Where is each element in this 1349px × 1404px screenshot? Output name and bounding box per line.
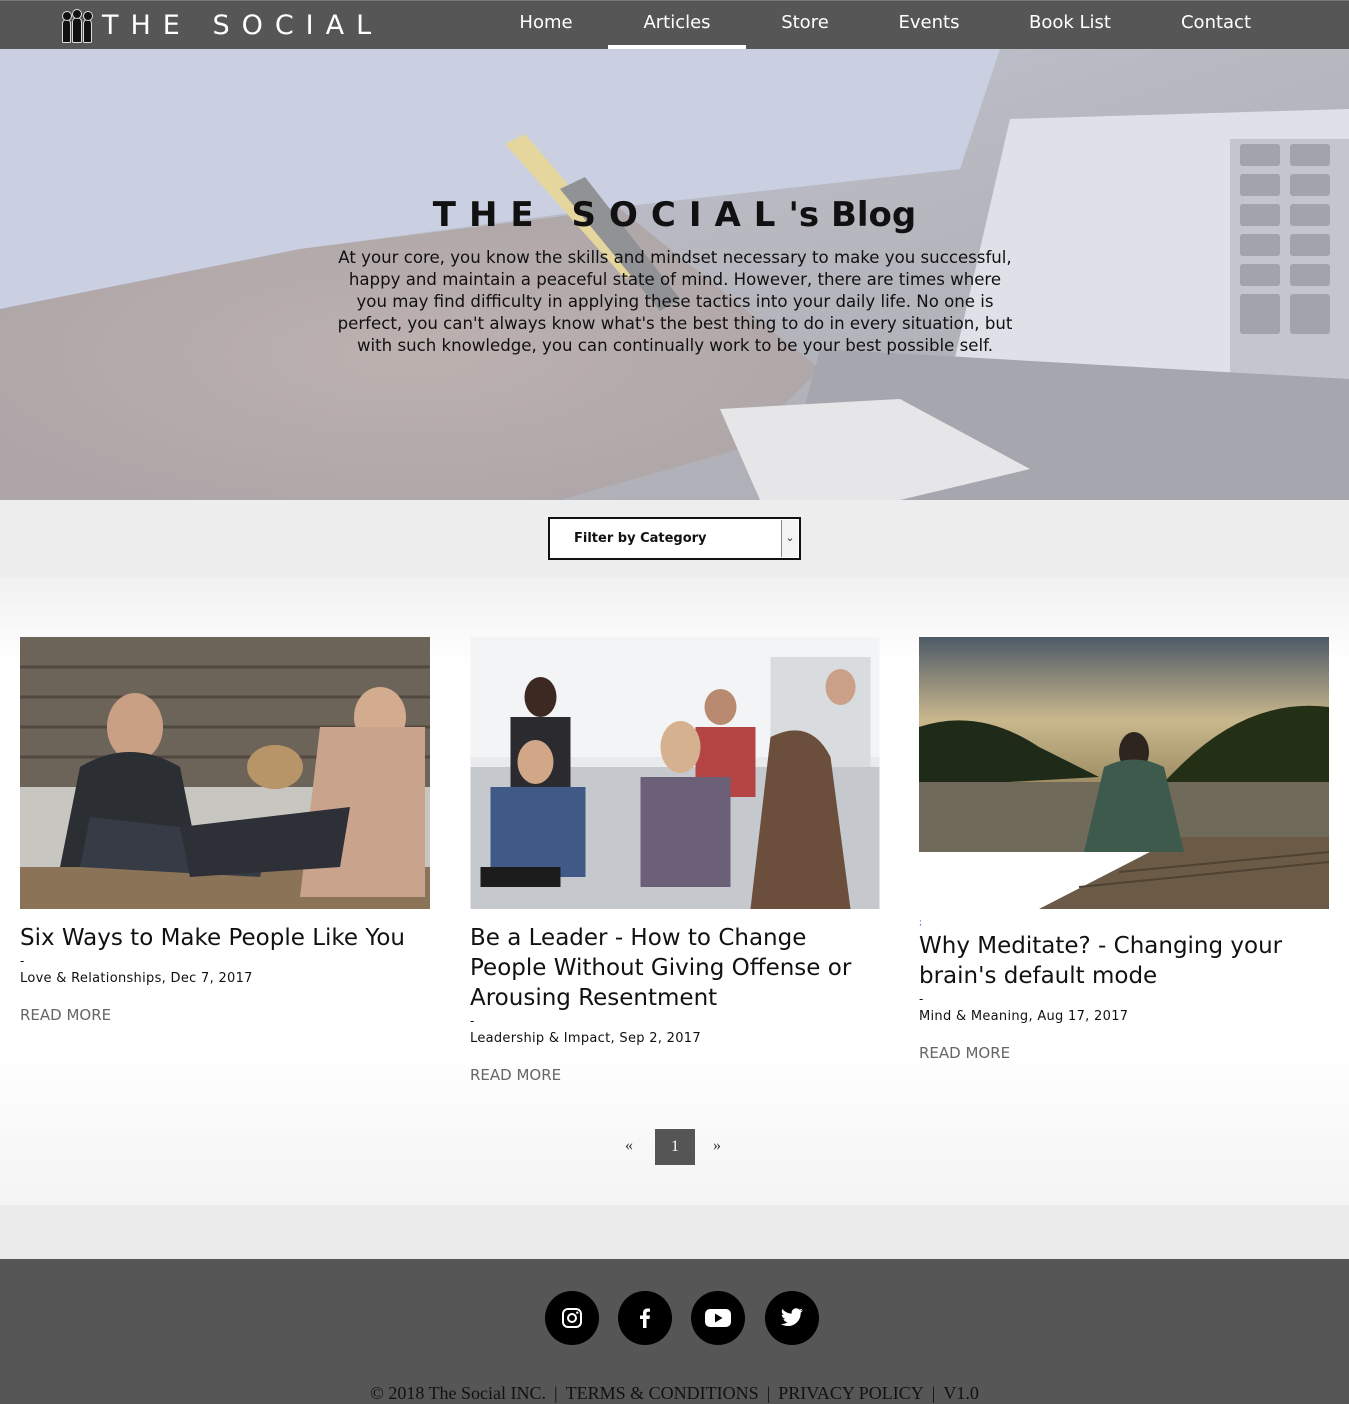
footer-separator: | — [553, 1383, 558, 1403]
terms-link[interactable]: TERMS & CONDITIONS — [566, 1383, 759, 1403]
hero-banner: THE SOCIAL's Blog At your core, you know… — [0, 49, 1349, 500]
post-title[interactable]: Why Meditate? - Changing your brain's de… — [919, 931, 1329, 991]
youtube-icon[interactable] — [691, 1291, 745, 1345]
post-dash: - — [20, 954, 25, 968]
post-category[interactable]: Leadership & Impact — [470, 1031, 611, 1046]
post-date: Dec 7, 2017 — [170, 971, 253, 986]
filter-bar: Filter by Category ⌄ — [0, 500, 1349, 577]
nav-articles[interactable]: Articles — [608, 1, 746, 49]
post-category[interactable]: Mind & Meaning — [919, 1009, 1028, 1024]
post-date: Sep 2, 2017 — [619, 1031, 701, 1046]
hero-description: At your core, you know the skills and mi… — [337, 248, 1013, 355]
post-image[interactable] — [470, 637, 880, 909]
post-card: ; Why Meditate? - Changing your brain's … — [919, 637, 1329, 1062]
category-filter-label: Filter by Category — [574, 531, 707, 546]
posts-section: Six Ways to Make People Like You - Love … — [0, 577, 1349, 1205]
footer-separator: | — [931, 1383, 936, 1403]
main-menu: Home Articles Store Events Book List Con… — [0, 1, 1349, 49]
pagination-prev[interactable]: « — [625, 1137, 633, 1155]
version-label: V1.0 — [943, 1383, 979, 1403]
post-category[interactable]: Love & Relationships — [20, 971, 162, 986]
post-marker: ; — [919, 918, 923, 928]
pagination-next[interactable]: » — [713, 1137, 721, 1155]
post-title[interactable]: Six Ways to Make People Like You — [20, 923, 430, 953]
section-divider — [0, 1205, 1349, 1259]
post-title[interactable]: Be a Leader - How to Change People Witho… — [470, 923, 879, 1013]
copyright-text: © 2018 The Social INC. — [370, 1383, 546, 1403]
footer: © 2018 The Social INC. | TERMS & CONDITION… — [0, 1259, 1349, 1404]
nav-home[interactable]: Home — [500, 1, 592, 49]
nav-book-list[interactable]: Book List — [1012, 1, 1128, 49]
instagram-icon[interactable] — [545, 1291, 599, 1345]
top-navigation: THE SOCIAL Home Articles Store Events Bo… — [0, 0, 1349, 49]
post-card: Be a Leader - How to Change People Witho… — [470, 637, 880, 1084]
read-more-link[interactable]: READ MORE — [470, 1066, 879, 1084]
post-image[interactable] — [919, 637, 1329, 909]
post-meta: Love & Relationships, Dec 7, 2017 — [20, 971, 253, 986]
post-image[interactable] — [20, 637, 430, 909]
post-dash: - — [470, 1014, 475, 1028]
pagination: « 1 » — [0, 1129, 1349, 1165]
category-filter-select[interactable]: Filter by Category ⌄ — [548, 517, 801, 560]
page-title-brand: THE SOCIAL — [432, 195, 789, 235]
post-card: Six Ways to Make People Like You - Love … — [20, 637, 430, 1024]
page-title-suffix: 's Blog — [788, 195, 917, 235]
post-meta: Mind & Meaning, Aug 17, 2017 — [919, 1009, 1129, 1024]
privacy-link[interactable]: PRIVACY POLICY — [778, 1383, 924, 1403]
footer-legal: © 2018 The Social INC. | TERMS & CONDITION… — [0, 1383, 1349, 1404]
read-more-link[interactable]: READ MORE — [919, 1044, 1329, 1062]
post-date: Aug 17, 2017 — [1037, 1009, 1129, 1024]
page-title: THE SOCIAL's Blog — [0, 195, 1349, 235]
read-more-link[interactable]: READ MORE — [20, 1006, 430, 1024]
pagination-current-page[interactable]: 1 — [655, 1129, 695, 1165]
footer-separator: | — [766, 1383, 771, 1403]
post-dash: - — [919, 992, 924, 1006]
chevron-down-icon[interactable]: ⌄ — [781, 520, 798, 557]
facebook-icon[interactable] — [618, 1291, 672, 1345]
nav-contact[interactable]: Contact — [1162, 1, 1270, 49]
nav-store[interactable]: Store — [762, 1, 848, 49]
nav-events[interactable]: Events — [878, 1, 980, 49]
twitter-icon[interactable] — [765, 1291, 819, 1345]
post-meta: Leadership & Impact, Sep 2, 2017 — [470, 1031, 701, 1046]
